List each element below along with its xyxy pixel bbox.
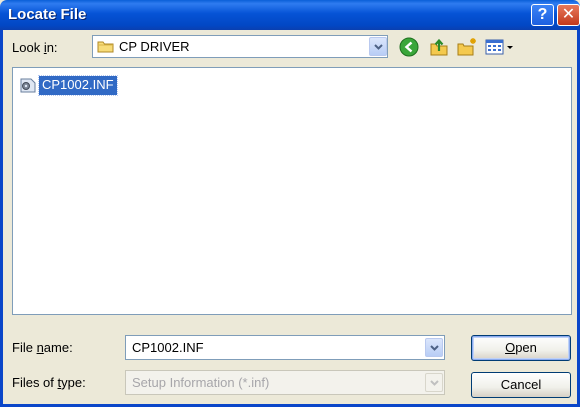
folder-icon [97,41,114,53]
chevron-down-icon [430,380,439,386]
file-name-label: CP1002.INF [38,75,118,96]
look-in-combobox[interactable]: CP DRIVER [92,35,388,58]
file-name-dropdown-button[interactable] [425,338,443,357]
setup-information-file-icon [20,78,36,93]
file-name-label-text: File name: [12,340,73,355]
files-of-type-label: Files of type: [12,375,86,390]
file-name-combobox[interactable]: CP1002.INF [125,335,445,360]
chevron-down-icon [374,44,383,50]
cancel-button[interactable]: Cancel [471,372,571,398]
new-folder-button[interactable] [456,36,478,58]
file-name-input[interactable]: CP1002.INF [132,340,204,355]
look-in-dropdown-button[interactable] [369,37,387,56]
help-button[interactable]: ? [531,4,554,26]
close-x-icon: ✕ [561,6,576,23]
window-title: Locate File [8,6,87,23]
title-bar[interactable]: Locate File ? ✕ [0,0,580,30]
new-folder-icon [457,38,476,56]
up-one-level-button[interactable] [428,36,450,58]
chevron-down-icon [430,345,439,351]
file-list[interactable]: CP1002.INF [12,67,572,315]
up-one-level-icon [430,38,448,56]
open-button[interactable]: Open [471,335,571,361]
files-of-type-dropdown-button [425,373,443,392]
view-menu-button[interactable] [484,36,516,58]
look-in-value: CP DRIVER [119,39,190,54]
back-button[interactable] [398,36,420,58]
back-arrow-icon [399,37,419,57]
view-menu-icon [485,39,513,55]
files-of-type-combobox: Setup Information (*.inf) [125,370,445,395]
files-of-type-value: Setup Information (*.inf) [132,375,270,390]
question-mark-icon: ? [537,6,548,23]
close-button[interactable]: ✕ [557,4,580,26]
look-in-label: Look in: [12,40,58,55]
